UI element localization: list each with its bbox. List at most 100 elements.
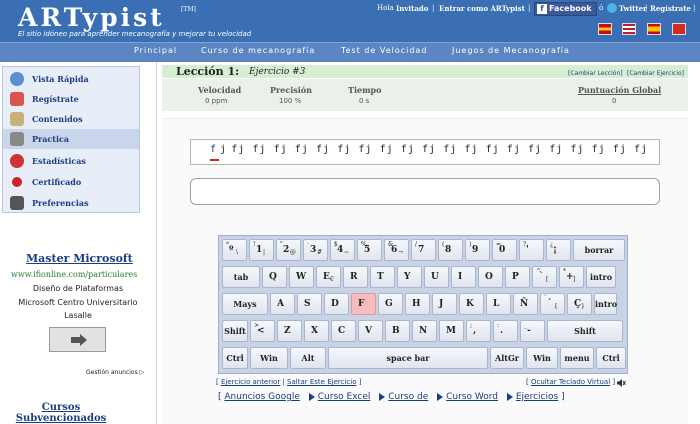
key-row1-11[interactable]: ? ': [519, 239, 544, 261]
skip-exercise-link[interactable]: Saltar Este Ejercicio: [287, 378, 356, 386]
key-row4-9[interactable]: :.: [493, 320, 518, 342]
key-row4-3[interactable]: C: [331, 320, 356, 342]
key-row4-1[interactable]: Z: [277, 320, 302, 342]
menu-key[interactable]: menu: [560, 347, 594, 369]
key-row1-12[interactable]: ¿ ¡: [546, 239, 571, 261]
spain-flag-icon[interactable]: [647, 23, 661, 35]
key-row4-8[interactable]: ;,: [466, 320, 491, 342]
sidebar-item-vista-rapida[interactable]: Vista Rápida: [3, 69, 139, 89]
ad-title[interactable]: Master Microsoft: [26, 252, 133, 265]
key-row2-0[interactable]: Q: [262, 266, 287, 288]
key-row2-5[interactable]: Y: [397, 266, 422, 288]
ad-arrow-button[interactable]: [49, 327, 106, 352]
key-row3-2[interactable]: D: [324, 293, 349, 315]
caps-lock-key[interactable]: Mays: [222, 293, 268, 315]
puntuacion-label[interactable]: Puntuación Global: [578, 85, 661, 95]
key-row3-3[interactable]: F: [351, 293, 376, 315]
us-flag-icon[interactable]: [622, 23, 636, 35]
key-row2-1[interactable]: W: [289, 266, 314, 288]
key-row2-6[interactable]: U: [424, 266, 449, 288]
key-row4-0[interactable]: > <: [250, 320, 275, 342]
tab-key[interactable]: tab: [222, 266, 260, 288]
basque-flag-icon[interactable]: [672, 23, 686, 35]
right-ctrl-key[interactable]: Ctrl: [596, 347, 626, 369]
sidebar-item-estadisticas[interactable]: Estadísticas: [3, 151, 139, 171]
key-row3-10[interactable]: ¨ ´{: [540, 293, 565, 315]
speaker-mute-icon[interactable]: [616, 378, 626, 388]
sidebar-item-preferencias[interactable]: Preferencias: [3, 193, 139, 213]
ejercicios-link[interactable]: Ejercicios: [516, 392, 558, 402]
key-row4-5[interactable]: B: [385, 320, 410, 342]
enter-key[interactable]: intro: [586, 266, 616, 288]
sidebar-item-registrate[interactable]: Regístrate: [3, 89, 139, 109]
key-row3-8[interactable]: L: [486, 293, 511, 315]
key-row4-2[interactable]: X: [304, 320, 329, 342]
nav-juegos[interactable]: Juegos de Mecanografía: [452, 46, 570, 55]
key-row2-11[interactable]: * +]: [559, 266, 584, 288]
right-win-key[interactable]: Win: [526, 347, 558, 369]
key-row3-11[interactable]: Ç}: [567, 293, 592, 315]
key-row1-8[interactable]: (8: [438, 239, 463, 261]
key-row4-7[interactable]: M: [439, 320, 464, 342]
nav-principal[interactable]: Principal: [134, 46, 177, 55]
alt-key[interactable]: Alt: [290, 347, 326, 369]
anuncios-google-link[interactable]: Anuncios Google: [224, 392, 300, 402]
curso-word-link[interactable]: Curso Word: [446, 392, 498, 402]
sidebar-item-certificado[interactable]: Certificado: [3, 172, 139, 192]
hide-keyboard-link[interactable]: Ocultar Teclado Virtual: [531, 378, 610, 386]
key-row3-0[interactable]: A: [270, 293, 295, 315]
key-row4-6[interactable]: N: [412, 320, 437, 342]
key-row1-6[interactable]: & 6 ¬: [384, 239, 409, 261]
key-row3-1[interactable]: S: [297, 293, 322, 315]
sidebar-item-contenidos[interactable]: Contenidos: [3, 109, 139, 129]
key-row2-8[interactable]: O: [478, 266, 503, 288]
backspace-key[interactable]: borrar: [573, 239, 625, 261]
ad-url[interactable]: www.ifionline.com/particulares: [11, 270, 137, 279]
key-row1-2[interactable]: " 2 @: [276, 239, 301, 261]
key-row1-4[interactable]: $4 ~: [330, 239, 355, 261]
sidebar-item-practica[interactable]: Practica: [3, 129, 139, 149]
change-exercise-link[interactable]: [Cambiar Ejercicio]: [627, 70, 684, 77]
curso-excel-link[interactable]: Curso Excel: [318, 392, 371, 402]
key-row3-4[interactable]: G: [378, 293, 403, 315]
key-row2-10[interactable]: ^ `[: [532, 266, 557, 288]
key-row4-4[interactable]: V: [358, 320, 383, 342]
key-row3-9[interactable]: Ñ: [513, 293, 538, 315]
left-shift-key[interactable]: Shift: [222, 320, 248, 342]
catalan-flag-icon[interactable]: [598, 23, 612, 35]
twitter-link[interactable]: Twitter: [619, 4, 647, 13]
key-row3-6[interactable]: J: [432, 293, 457, 315]
key-row2-2[interactable]: E €: [316, 266, 341, 288]
key-row1-5[interactable]: % 5: [357, 239, 382, 261]
cursos-subvencionados-link[interactable]: Cursos Subvencionados: [6, 402, 116, 424]
key-row2-3[interactable]: R: [343, 266, 368, 288]
curso-de-link[interactable]: Curso de: [388, 392, 428, 402]
key-row4-10[interactable]: _ -: [520, 320, 545, 342]
registrate-link[interactable]: Regístrate: [650, 4, 691, 13]
typing-input[interactable]: [190, 178, 660, 205]
altgr-key[interactable]: AltGr: [490, 347, 524, 369]
key-row1-0[interactable]: ª º \: [222, 239, 247, 261]
key-row3-5[interactable]: H: [405, 293, 430, 315]
nav-test[interactable]: Test de Velocidad: [341, 46, 427, 55]
change-lesson-link[interactable]: [Cambiar Lección]: [568, 70, 623, 77]
key-row2-7[interactable]: I: [451, 266, 476, 288]
left-ctrl-key[interactable]: Ctrl: [222, 347, 248, 369]
nav-curso[interactable]: Curso de mecanografía: [201, 46, 315, 55]
site-logo[interactable]: ARTypist: [18, 3, 165, 32]
key-row1-7[interactable]: /7: [411, 239, 436, 261]
key-row2-9[interactable]: P: [505, 266, 530, 288]
key-row3-7[interactable]: K: [459, 293, 484, 315]
left-win-key[interactable]: Win: [250, 347, 288, 369]
facebook-button[interactable]: f Facebook: [534, 2, 597, 16]
key-row2-4[interactable]: T: [370, 266, 395, 288]
key-row1-9[interactable]: ) 9: [465, 239, 490, 261]
space-key[interactable]: space bar: [328, 347, 488, 369]
right-shift-key[interactable]: Shift: [547, 320, 623, 342]
key-row1-1[interactable]: ! 1 |: [249, 239, 274, 261]
entrar-link[interactable]: Entrar como ARTypist: [439, 4, 525, 13]
key-row1-10[interactable]: = 0: [492, 239, 517, 261]
prev-exercise-link[interactable]: Ejercicio anterior: [221, 378, 280, 386]
gestion-anuncios[interactable]: Gestión anuncios ▷: [86, 369, 144, 376]
enter-key-lower[interactable]: intro: [594, 293, 617, 315]
